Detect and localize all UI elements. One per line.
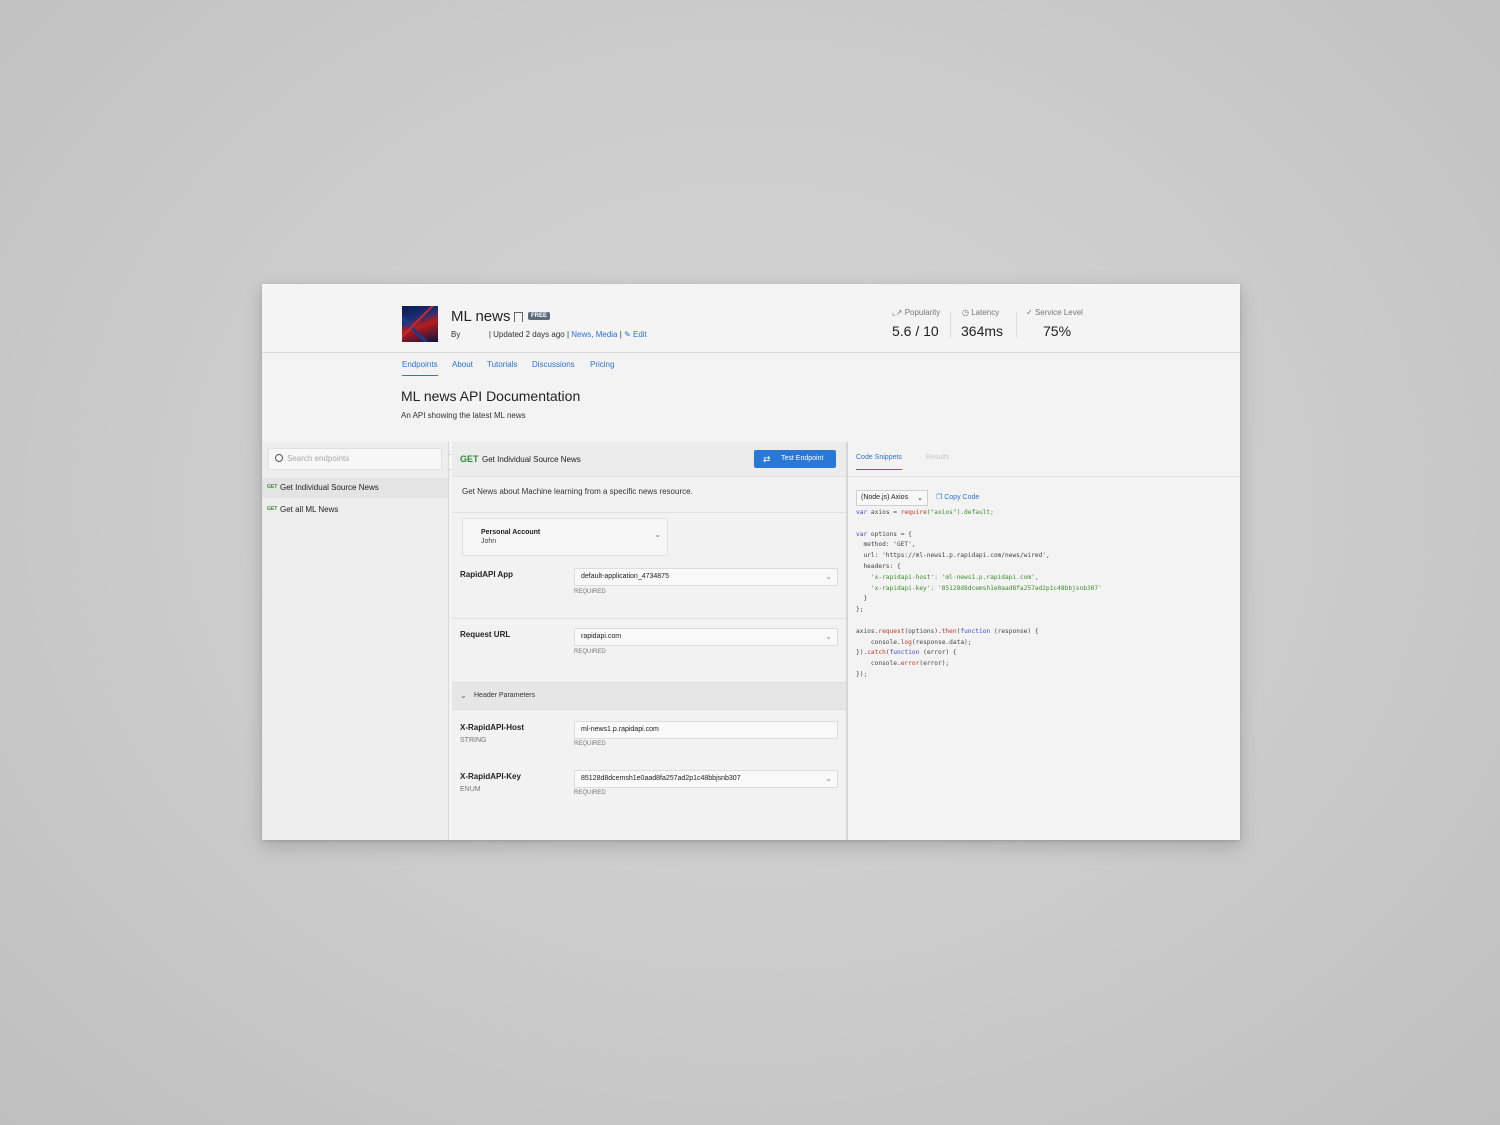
divider [452,512,846,513]
test-endpoint-button[interactable]: ⇄ Test Endpoint [754,450,836,468]
divider [1016,312,1017,338]
endpoint-sidebar: Search endpoints GET Get Individual Sour… [262,442,449,840]
required-label: REQUIRED [574,589,606,595]
meta-separator: | [619,330,622,339]
tab-code-snippets[interactable]: Code Snippets [856,454,902,470]
swap-icon: ⇄ [763,454,771,464]
endpoint-item[interactable]: GET Get all ML News [262,500,448,520]
copy-icon: ❐ [936,494,943,501]
account-title: Personal Account [481,529,541,536]
api-meta: By | Updated 2 days ago | News, Media | … [451,330,647,339]
clock-icon: ◷ [962,308,969,317]
header-parameters-label: Header Parameters [474,692,536,699]
header-parameters-toggle[interactable]: ⌄ Header Parameters [452,682,846,710]
required-label: REQUIRED [574,649,606,655]
required-label: REQUIRED [574,741,606,747]
api-header: ML news FREE By | Updated 2 days ago | N… [262,284,1240,353]
edit-link[interactable]: Edit [633,330,647,339]
bookmark-icon[interactable] [514,312,523,322]
endpoint-description: Get News about Machine learning from a s… [462,487,693,496]
endpoint-title: Get Individual Source News [482,455,581,464]
tab-about[interactable]: About [452,360,473,369]
page-subtitle: An API showing the latest ML news [401,411,526,420]
chevron-down-icon: ⌄ [825,632,832,641]
code-tabs: Code Snippets Results [848,442,1240,477]
tab-pricing[interactable]: Pricing [590,360,614,369]
key-param-type: ENUM [460,786,481,793]
rapidapi-app-label: RapidAPI App [460,570,514,579]
rapidapi-app-select[interactable]: default-application_4734875 ⌄ [574,568,838,586]
chevron-down-icon: ⌄ [825,572,832,581]
endpoint-header: GET Get Individual Source News ⇄ Test En… [452,442,846,477]
endpoint-item[interactable]: GET Get Individual Source News [262,478,448,498]
endpoint-item-label: Get all ML News [280,505,339,514]
api-title: ML news [451,308,511,325]
search-placeholder: Search endpoints [287,454,350,463]
required-label: REQUIRED [574,790,606,796]
host-param-input[interactable]: ml-news1.p.rapidapi.com [574,721,838,739]
method-label: GET [460,454,479,464]
tab-tutorials[interactable]: Tutorials [487,360,517,369]
chart-icon: ⌞↗ [892,308,903,317]
key-param-select[interactable]: 85128d8dcemsh1e0aad8fa257ad2p1c48bbjsnb3… [574,770,838,788]
copy-code-button[interactable]: ❐ Copy Code [936,493,979,501]
tab-discussions[interactable]: Discussions [532,360,575,369]
account-user: John [481,538,497,545]
service-level-value: 75% [1043,323,1072,339]
by-label: By [451,330,461,339]
host-param-type: STRING [460,737,487,744]
api-logo [402,306,438,342]
latency-value: 364ms [961,323,1004,339]
language-select[interactable]: (Node.js) Axios ⌄ [856,490,928,506]
updated-text: | Updated 2 days ago | [488,330,570,339]
method-badge: GET [267,484,278,490]
page-title: ML news API Documentation [401,388,581,404]
service-level-label: ✓ Service Level [1026,308,1083,317]
method-badge: GET [267,506,278,512]
code-panel: Code Snippets Results (Node.js) Axios ⌄ … [848,442,1240,840]
tab-results[interactable]: Results [926,454,949,461]
tab-endpoints[interactable]: Endpoints [402,360,438,376]
code-snippet: var axios = require("axios").default; va… [856,509,1102,678]
check-icon: ✓ [1026,308,1033,317]
endpoint-panel: GET Get Individual Source News ⇄ Test En… [452,442,848,840]
search-icon [275,454,283,462]
account-selector[interactable]: Personal Account John ⌄ [462,518,668,556]
request-url-label: Request URL [460,630,511,639]
free-badge: FREE [528,312,551,320]
popularity-label: ⌞↗ Popularity [892,308,941,317]
divider [452,618,846,619]
endpoint-item-label: Get Individual Source News [280,483,379,492]
chevron-down-icon: ⌄ [825,774,832,783]
latency-label: ◷ Latency [962,308,1000,317]
popularity-value: 5.6 / 10 [892,323,939,339]
chevron-down-icon: ⌄ [917,495,923,502]
host-param-label: X-RapidAPI-Host [460,723,524,732]
category-links[interactable]: News, Media [571,330,617,339]
divider [950,312,951,338]
key-param-label: X-RapidAPI-Key [460,772,521,781]
chevron-down-icon: ⌄ [654,530,661,539]
app-window: ML news FREE By | Updated 2 days ago | N… [262,284,1240,840]
chevron-down-icon: ⌄ [460,691,467,700]
request-url-select[interactable]: rapidapi.com ⌄ [574,628,838,646]
edit-icon[interactable]: ✎ [624,330,631,339]
search-input[interactable]: Search endpoints [268,448,442,470]
